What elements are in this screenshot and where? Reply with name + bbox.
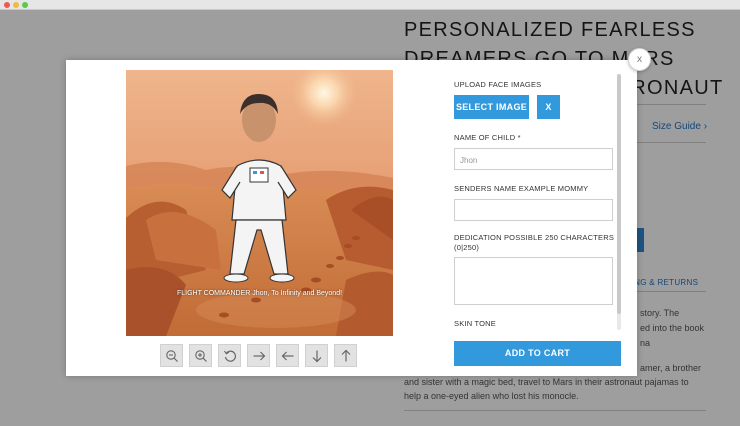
- remove-image-button[interactable]: X: [537, 95, 560, 119]
- close-icon: X: [637, 54, 642, 65]
- move-left-button[interactable]: [276, 344, 299, 367]
- move-right-button[interactable]: [247, 344, 270, 367]
- arrow-down-icon: [312, 350, 321, 362]
- personalization-form: UPLOAD FACE IMAGES SELECT IMAGE X NAME O…: [454, 60, 622, 376]
- rotate-button[interactable]: [218, 344, 241, 367]
- move-down-button[interactable]: [305, 344, 328, 367]
- dedication-counter: (0|250): [454, 243, 480, 252]
- zoom-out-icon: [165, 349, 178, 362]
- sender-name-label: SENDERS NAME EXAMPLE MOMMY: [454, 184, 589, 193]
- dedication-label: DEDICATION POSSIBLE 250 CHARACTERS: [454, 233, 615, 242]
- add-to-cart-button[interactable]: ADD TO CART: [454, 341, 621, 366]
- preview-caption: FLIGHT COMMANDER Jhon, To Infinity and B…: [176, 290, 343, 297]
- minimize-window-dot[interactable]: [13, 2, 19, 8]
- personalize-modal: FLIGHT COMMANDER Jhon, To Infinity and B…: [66, 60, 637, 376]
- arrow-right-icon: [253, 351, 265, 360]
- sender-name-input[interactable]: [454, 199, 613, 221]
- upload-label: UPLOAD FACE IMAGES: [454, 80, 542, 89]
- zoom-out-button[interactable]: [160, 344, 183, 367]
- close-window-dot[interactable]: [4, 2, 10, 8]
- move-up-button[interactable]: [334, 344, 357, 367]
- zoom-window-dot[interactable]: [22, 2, 28, 8]
- child-name-label: NAME OF CHILD *: [454, 133, 521, 142]
- skin-tone-label: SKIN TONE: [454, 319, 496, 328]
- arrow-up-icon: [341, 349, 350, 361]
- zoom-in-button[interactable]: [189, 344, 212, 367]
- form-scrollbar[interactable]: [617, 74, 621, 330]
- rotate-icon: [223, 350, 236, 362]
- scrollbar-thumb[interactable]: [617, 74, 621, 314]
- close-modal-button[interactable]: X: [628, 48, 651, 71]
- select-image-button[interactable]: SELECT IMAGE: [454, 95, 529, 119]
- book-preview-image: FLIGHT COMMANDER Jhon, To Infinity and B…: [126, 70, 393, 336]
- arrow-left-icon: [281, 351, 293, 360]
- dedication-textarea[interactable]: [454, 257, 613, 305]
- child-name-input[interactable]: Jhon: [454, 148, 613, 170]
- window-chrome: [0, 0, 740, 10]
- zoom-in-icon: [194, 349, 207, 362]
